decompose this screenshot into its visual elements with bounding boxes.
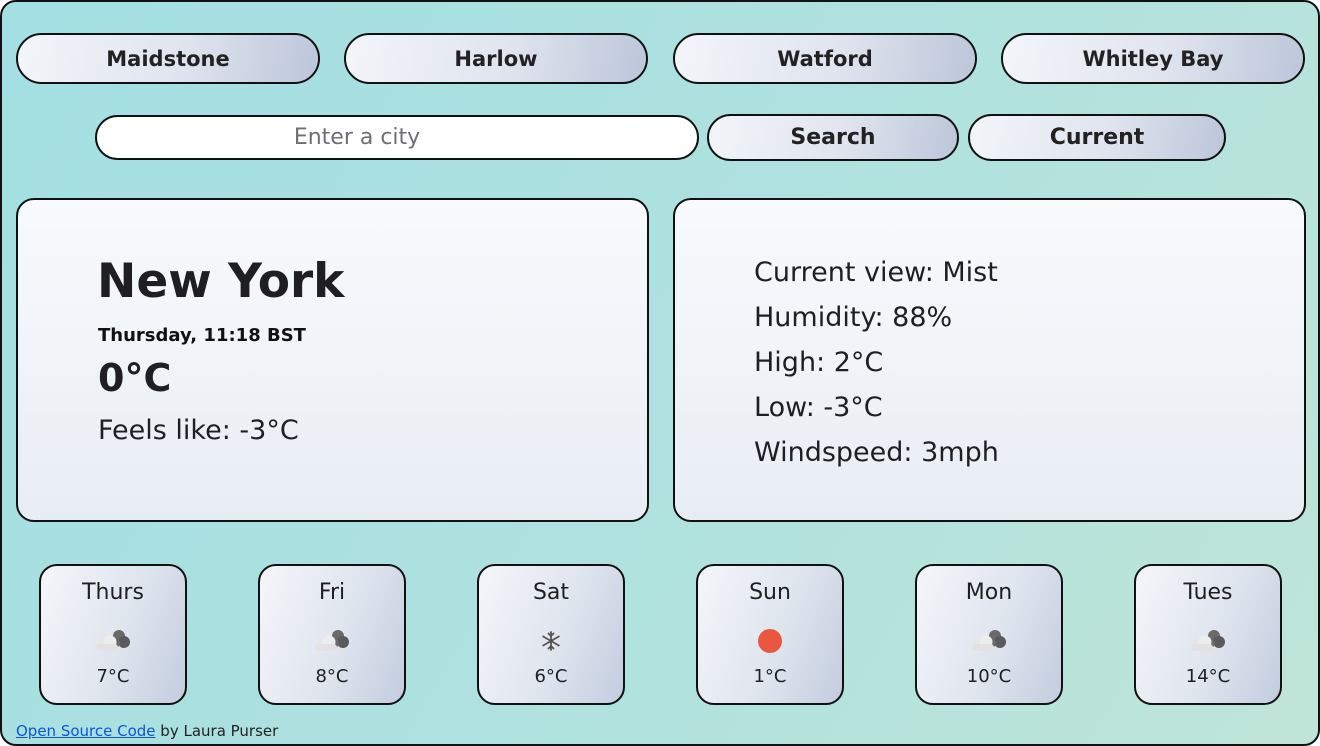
- forecast-card-fri: Fri 8°C: [258, 564, 406, 705]
- source-code-link[interactable]: Open Source Code: [16, 722, 156, 740]
- current-view: Current view: Mist: [754, 257, 998, 288]
- forecast-card-tues: Tues 14°C: [1134, 564, 1282, 705]
- current-weather-card: New York Thursday, 11:18 BST 0°C Feels l…: [16, 198, 649, 522]
- forecast-day: Sun: [749, 580, 791, 605]
- weather-details-card: Current view: Mist Humidity: 88% High: 2…: [673, 198, 1306, 522]
- forecast-day: Tues: [1183, 580, 1233, 605]
- feels-like: Feels like: -3°C: [98, 415, 299, 446]
- forecast-temperature: 8°C: [315, 666, 349, 687]
- footer: Open Source Code by Laura Purser: [16, 722, 278, 740]
- weather-app: Maidstone Harlow Watford Whitley Bay Sea…: [0, 0, 1320, 746]
- cloud-icon: [96, 630, 130, 651]
- humidity: Humidity: 88%: [754, 302, 953, 333]
- sun-icon: [758, 629, 782, 653]
- details-list: Current view: Mist Humidity: 88% High: 2…: [754, 250, 999, 475]
- forecast-temperature: 10°C: [966, 666, 1012, 687]
- forecast-temperature: 1°C: [753, 666, 787, 687]
- cloud-icon: [972, 630, 1006, 651]
- forecast-day: Fri: [318, 580, 346, 605]
- city-search-input[interactable]: [95, 115, 699, 160]
- forecast-card-mon: Mon 10°C: [915, 564, 1063, 705]
- city-name: New York: [97, 254, 345, 309]
- windspeed: Windspeed: 3mph: [754, 437, 999, 468]
- search-button[interactable]: Search: [707, 114, 959, 161]
- city-button-watford[interactable]: Watford: [673, 33, 977, 84]
- city-button-harlow[interactable]: Harlow: [344, 33, 648, 84]
- city-button-whitley-bay[interactable]: Whitley Bay: [1001, 33, 1305, 84]
- city-button-maidstone[interactable]: Maidstone: [16, 33, 320, 84]
- cloud-icon: [315, 630, 349, 651]
- forecast-day: Thurs: [82, 580, 144, 605]
- current-location-button[interactable]: Current: [968, 114, 1226, 161]
- forecast-day: Sat: [532, 580, 570, 605]
- forecast-temperature: 6°C: [534, 666, 568, 687]
- current-temperature: 0°C: [98, 356, 172, 400]
- forecast-temperature: 7°C: [96, 666, 130, 687]
- footer-credit: by Laura Purser: [155, 722, 279, 740]
- high-temperature: High: 2°C: [754, 347, 884, 378]
- snowflake-icon: [542, 631, 560, 651]
- forecast-temperature: 14°C: [1185, 666, 1231, 687]
- forecast-card-thurs: Thurs 7°C: [39, 564, 187, 705]
- cloud-icon: [1191, 630, 1225, 651]
- forecast-card-sat: Sat 6°C: [477, 564, 625, 705]
- low-temperature: Low: -3°C: [754, 392, 883, 423]
- forecast-day: Mon: [965, 580, 1013, 605]
- date-time: Thursday, 11:18 BST: [98, 325, 306, 346]
- forecast-card-sun: Sun 1°C: [696, 564, 844, 705]
